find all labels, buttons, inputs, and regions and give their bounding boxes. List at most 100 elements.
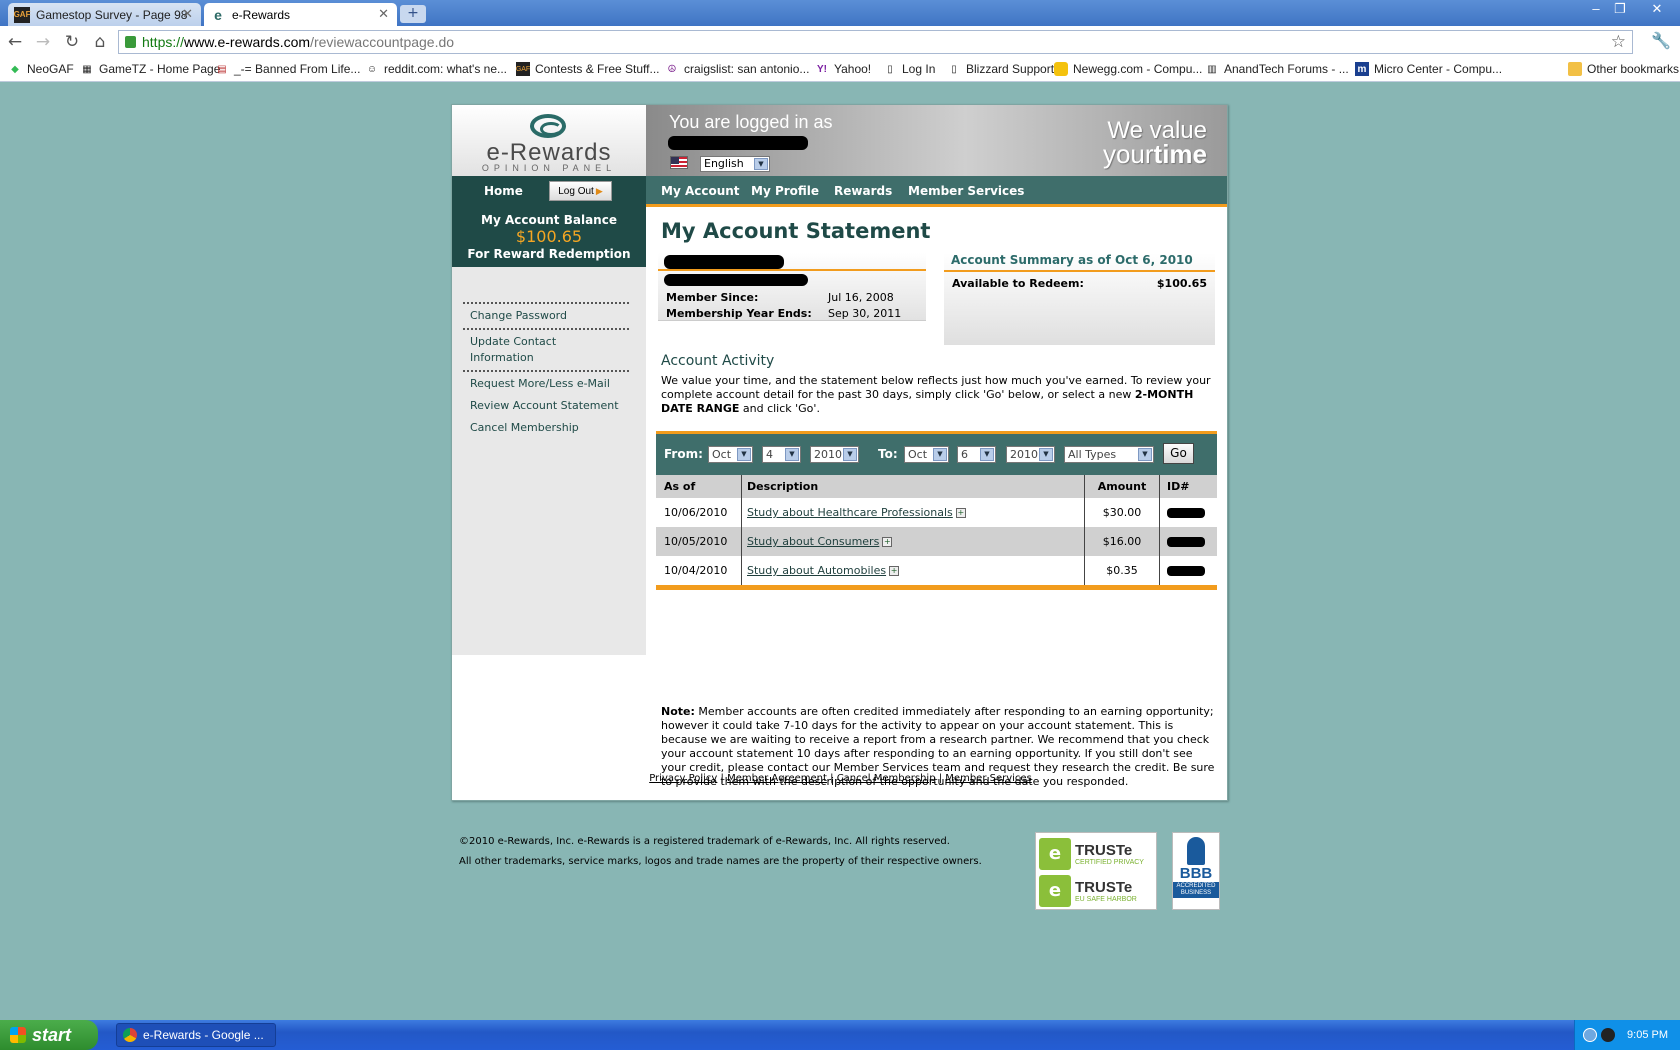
- steam-icon[interactable]: [1601, 1028, 1615, 1042]
- go-button[interactable]: Go: [1163, 443, 1194, 464]
- bookmark-item[interactable]: Newegg.com - Compu...: [1054, 62, 1202, 76]
- sidebar-item-change-password[interactable]: Change Password: [463, 302, 629, 328]
- bookmark-item[interactable]: ▦ GameTZ - Home Page: [80, 62, 220, 76]
- truste-safe-harbor-seal: e TRUSTe EU SAFE HARBOR: [1039, 873, 1155, 909]
- sidebar-item-request-email[interactable]: Request More/Less e-Mail: [463, 370, 629, 396]
- footer-links: Privacy Policy | Member Agreement | Canc…: [649, 773, 1032, 784]
- bookmark-item[interactable]: GAF Contests & Free Stuff...: [516, 62, 660, 76]
- footer-member-agreement[interactable]: Member Agreement: [727, 773, 827, 784]
- bbb-seal[interactable]: BBB ACCREDITED BUSINESS: [1172, 832, 1220, 910]
- nav-member-services[interactable]: Member Services: [908, 184, 1024, 198]
- url-host: www.e-rewards.com: [184, 34, 311, 50]
- sidebar-links: Change Password Update Contact Informati…: [463, 302, 629, 440]
- bookmarks-bar: ◆ NeoGAF ▦ GameTZ - Home Page ▤ _-= Banned …: [0, 58, 1680, 82]
- col-as-of: As of: [664, 480, 696, 493]
- other-bookmarks[interactable]: Other bookmarks: [1568, 62, 1679, 76]
- system-tray: 9:05 PM: [1574, 1020, 1680, 1050]
- footer-privacy-policy[interactable]: Privacy Policy: [649, 773, 717, 784]
- home-icon[interactable]: ⌂: [89, 31, 111, 53]
- home-link[interactable]: Home: [484, 184, 523, 198]
- new-tab-button[interactable]: +: [400, 5, 426, 23]
- left-nav-bar: Home Log Out ▶: [452, 176, 646, 207]
- col-description: Description: [747, 480, 819, 493]
- language-value: English: [704, 157, 744, 170]
- close-window-icon[interactable]: ✕: [1645, 0, 1669, 18]
- sidebar-item-cancel-membership[interactable]: Cancel Membership: [463, 418, 629, 440]
- study-link[interactable]: Study about Automobiles: [747, 564, 886, 577]
- minimize-icon[interactable]: –: [1584, 0, 1608, 18]
- taskbar-chrome-window[interactable]: e-Rewards - Google ...: [116, 1023, 276, 1047]
- nav-my-account[interactable]: My Account: [661, 184, 740, 198]
- logged-in-label: You are logged in as: [669, 112, 833, 132]
- url-scheme: https://: [142, 34, 185, 50]
- reload-icon[interactable]: ↻: [61, 31, 83, 53]
- close-tab-icon[interactable]: ✕: [182, 6, 193, 22]
- url-path: /reviewaccountpage.do: [310, 34, 455, 50]
- address-bar[interactable]: https://www.e-rewards.com/reviewaccountp…: [118, 30, 1633, 54]
- e-rewards-logo-icon: [530, 114, 566, 138]
- browser-toolbar: ← → ↻ ⌂ https://www.e-rewards.com/review…: [0, 26, 1680, 58]
- study-link[interactable]: Study about Healthcare Professionals: [747, 506, 953, 519]
- site-logo[interactable]: e-Rewards OPINION PANEL: [452, 105, 646, 176]
- sidebar-item-review-statement[interactable]: Review Account Statement: [463, 396, 629, 418]
- bookmark-item[interactable]: ☺ reddit.com: what's ne...: [365, 62, 507, 76]
- forward-icon[interactable]: →: [32, 31, 54, 53]
- windows-logo-icon: [10, 1027, 26, 1043]
- date-filter-bar: From: Oct ▼ 4 ▼ 2010 ▼ To: Oct ▼ 6 ▼ 2010 ▼ Al…: [656, 431, 1217, 475]
- year-ends-label: Membership Year Ends:: [666, 307, 812, 320]
- tagline-your: your: [1102, 139, 1154, 169]
- e-rewards-favicon-icon: e: [214, 6, 222, 23]
- chevron-down-icon: ▼: [980, 448, 994, 461]
- start-button[interactable]: start: [0, 1020, 98, 1050]
- nav-my-profile[interactable]: My Profile: [751, 184, 819, 198]
- bookmark-item[interactable]: m Micro Center - Compu...: [1355, 62, 1502, 76]
- bookmark-item[interactable]: ◆ NeoGAF: [8, 62, 74, 76]
- restore-icon[interactable]: ❐: [1608, 0, 1632, 18]
- to-year-select[interactable]: 2010 ▼: [1006, 446, 1055, 463]
- bookmark-item[interactable]: ☮ craigslist: san antonio...: [665, 62, 810, 76]
- tab-e-rewards[interactable]: e e-Rewards ✕: [204, 3, 397, 26]
- study-link[interactable]: Study about Consumers: [747, 535, 879, 548]
- logout-button[interactable]: Log Out ▶: [549, 181, 612, 201]
- tray-arrow-icon[interactable]: [1583, 1028, 1597, 1042]
- from-month-select[interactable]: Oct ▼: [708, 446, 753, 463]
- header-banner: You are logged in as English ▼ We value …: [646, 105, 1227, 176]
- balance-value: $100.65: [515, 227, 583, 246]
- tagline-your-time: yourtime: [1103, 139, 1207, 170]
- bookmark-item[interactable]: Y! Yahoo!: [815, 62, 871, 76]
- footer-cancel-membership[interactable]: Cancel Membership: [837, 773, 936, 784]
- page-icon: ▯: [951, 63, 957, 75]
- tab-label: Gamestop Survey - Page 98: [36, 7, 188, 22]
- expand-plus-icon[interactable]: +: [882, 536, 893, 547]
- language-select[interactable]: English ▼: [700, 156, 770, 172]
- from-day-select[interactable]: 4 ▼: [762, 446, 801, 463]
- expand-plus-icon[interactable]: +: [889, 565, 900, 576]
- wrench-icon[interactable]: 🔧: [1651, 31, 1671, 50]
- from-year-select[interactable]: 2010 ▼: [810, 446, 859, 463]
- footer-member-services[interactable]: Member Services: [945, 773, 1031, 784]
- page-icon: ▯: [887, 63, 893, 75]
- bookmark-item[interactable]: ▯ Log In: [883, 62, 935, 76]
- chevron-down-icon: ▼: [785, 448, 799, 461]
- tab-gamestop-survey[interactable]: GAF Gamestop Survey - Page 98 ✕: [8, 3, 201, 26]
- table-header: As of Description Amount ID#: [656, 475, 1217, 498]
- back-icon[interactable]: ←: [4, 31, 26, 53]
- close-tab-icon[interactable]: ✕: [378, 6, 389, 22]
- sidebar-item-update-contact[interactable]: Update Contact Information: [463, 328, 629, 370]
- expand-plus-icon[interactable]: +: [955, 507, 966, 518]
- balance-caption: For Reward Redemption: [467, 247, 631, 261]
- member-since-value: Jul 16, 2008: [828, 291, 894, 304]
- type-select[interactable]: All Types ▼: [1064, 446, 1154, 463]
- bookmark-item[interactable]: ▤ _-= Banned From Life...: [215, 62, 360, 76]
- to-month-select[interactable]: Oct ▼: [904, 446, 949, 463]
- redacted-member-name: [664, 255, 784, 269]
- bookmark-item[interactable]: ▥ AnandTech Forums - ...: [1205, 62, 1348, 76]
- bookmark-star-icon[interactable]: ☆: [1611, 32, 1626, 52]
- chevron-down-icon: ▼: [754, 158, 768, 170]
- truste-seals[interactable]: e TRUSTe CERTIFIED PRIVACY e TRUSTe EU S…: [1035, 832, 1157, 910]
- nav-rewards[interactable]: Rewards: [834, 184, 892, 198]
- redacted-id: [1167, 507, 1205, 518]
- to-day-select[interactable]: 6 ▼: [957, 446, 996, 463]
- row-amount: $30.00: [1102, 506, 1142, 519]
- bookmark-item[interactable]: ▯ Blizzard Support: [947, 62, 1054, 76]
